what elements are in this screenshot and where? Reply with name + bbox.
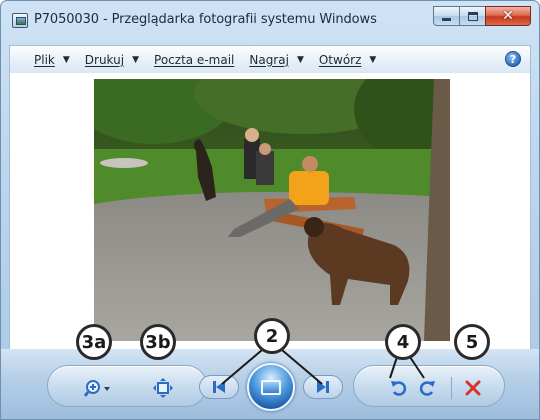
previous-button[interactable] <box>199 375 239 399</box>
photo-people-on-bench-with-dogs <box>94 79 450 341</box>
actual-size-icon <box>153 378 173 398</box>
menu-item-label: Nagraj <box>249 52 289 67</box>
slideshow-icon <box>261 379 281 395</box>
chevron-down-icon: ▼ <box>62 54 70 65</box>
rotate-counterclockwise-icon <box>391 381 407 396</box>
zoom-button[interactable] <box>81 377 117 399</box>
menu-bar: Plik ▼ Drukuj ▼ Poczta e-mail Nagraj ▼ O… <box>9 45 531 73</box>
menu-item-label: Poczta e-mail <box>154 52 235 67</box>
minimize-icon <box>442 18 451 21</box>
next-icon <box>317 381 329 393</box>
person-dark <box>256 151 274 185</box>
photo-illustration <box>94 79 450 341</box>
dog-head <box>304 217 324 237</box>
person-head <box>245 128 259 142</box>
photo-viewer-app-icon[interactable] <box>12 13 28 28</box>
callout-navigation: 2 <box>254 318 290 354</box>
menu-item-nagraj[interactable]: Nagraj ▼ <box>249 53 304 67</box>
slideshow-button[interactable] <box>247 363 295 411</box>
window-title: P7050030 - Przeglądarka fotografii syste… <box>34 12 377 27</box>
maximize-icon <box>467 11 478 21</box>
path-stone <box>100 158 148 168</box>
zoom-controls-group <box>47 365 207 407</box>
rotate-counterclockwise-button[interactable] <box>387 377 411 399</box>
maximize-button[interactable] <box>459 6 486 26</box>
chevron-down-icon: ▼ <box>296 54 304 65</box>
chevron-down-icon: ▼ <box>369 54 377 65</box>
rotate-clockwise-icon <box>419 381 435 396</box>
person-orange-shirt <box>289 171 329 205</box>
callout-delete: 5 <box>454 324 490 360</box>
menu-item-label: Otwórz <box>318 52 362 67</box>
person-head <box>259 143 271 155</box>
delete-icon <box>465 380 481 396</box>
menu-item-plik[interactable]: Plik ▼ <box>34 53 70 67</box>
menu-item-drukuj[interactable]: Drukuj ▼ <box>85 53 139 67</box>
help-icon[interactable]: ? <box>505 51 521 67</box>
zoom-icon <box>84 380 110 397</box>
toolbar-divider <box>451 377 452 399</box>
callout-zoom: 3a <box>76 324 112 360</box>
person-head <box>302 156 318 172</box>
delete-button[interactable] <box>461 377 485 399</box>
photo-viewer-window: P7050030 - Przeglądarka fotografii syste… <box>0 0 540 420</box>
rotate-clockwise-button[interactable] <box>415 377 439 399</box>
callout-actual-size: 3b <box>140 324 176 360</box>
menu-item-label: Drukuj <box>84 52 125 67</box>
callout-rotate: 4 <box>385 324 421 360</box>
close-button[interactable]: ✕ <box>485 6 531 26</box>
image-viewport[interactable] <box>9 73 531 349</box>
previous-icon <box>213 381 225 393</box>
chevron-down-icon: ▼ <box>132 54 140 65</box>
menu-item-label: Plik <box>34 52 55 67</box>
actual-size-button[interactable] <box>151 377 175 399</box>
close-icon: ✕ <box>502 8 514 24</box>
menu-item-poczta-email[interactable]: Poczta e-mail <box>154 53 234 67</box>
title-bar[interactable]: P7050030 - Przeglądarka fotografii syste… <box>1 1 539 41</box>
minimize-button[interactable] <box>433 6 460 26</box>
menu-item-otworz[interactable]: Otwórz ▼ <box>319 53 376 67</box>
next-button[interactable] <box>303 375 343 399</box>
